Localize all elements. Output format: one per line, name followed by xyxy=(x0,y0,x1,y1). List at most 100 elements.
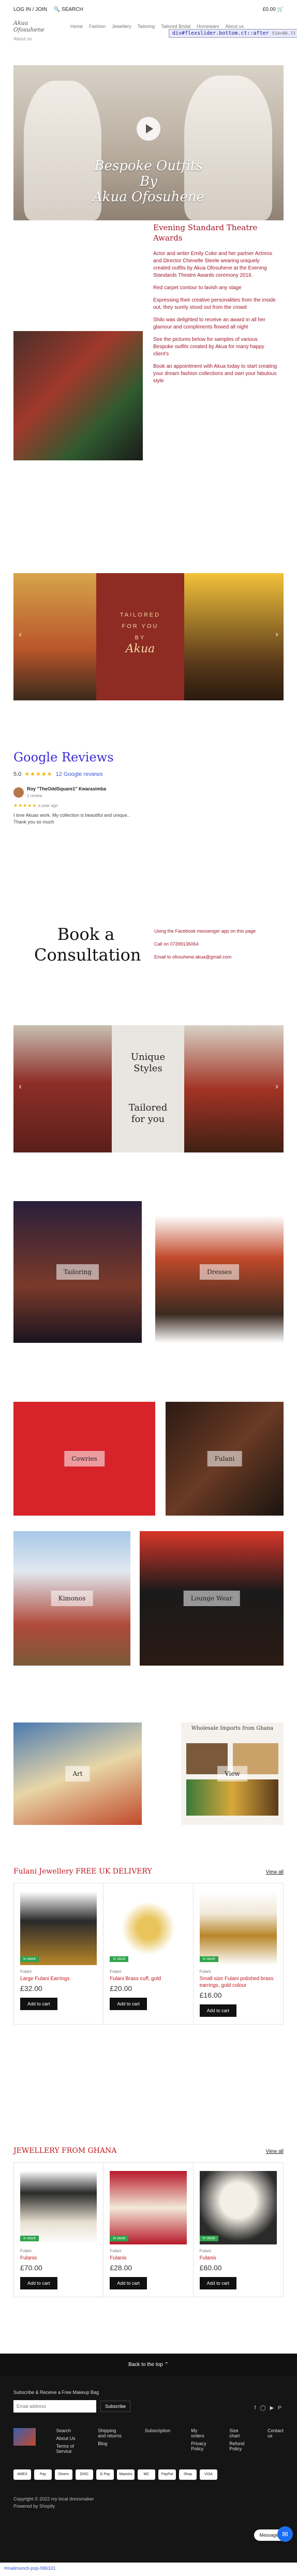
back-to-top-button[interactable]: Back to the top ⌃ xyxy=(0,2354,297,2376)
instagram-icon[interactable]: ◯ xyxy=(260,2405,265,2411)
category-lounge-wear[interactable]: Lounge Wear xyxy=(140,1531,284,1666)
product-card[interactable]: In stock Fulani Fulanis £60.00 Add to ca… xyxy=(194,2163,283,2297)
category-lounge-label: Lounge Wear xyxy=(183,1591,240,1606)
product-card[interactable]: In stock Fulani Fulanis £28.00 Add to ca… xyxy=(103,2163,194,2297)
category-art[interactable]: Art xyxy=(13,1723,142,1825)
stock-badge: In stock xyxy=(110,2236,129,2241)
copyright-text: Copyright © 2022 my local dressmaker xyxy=(13,2496,94,2502)
slider-prev-icon[interactable]: ‹ xyxy=(16,630,25,639)
ghana-view-all-link[interactable]: View all xyxy=(266,2149,284,2154)
add-to-cart-button[interactable]: Add to cart xyxy=(20,2277,57,2289)
category-dresses[interactable]: Dresses xyxy=(155,1201,284,1343)
pinterest-icon[interactable]: P xyxy=(278,2405,281,2411)
product-image[interactable]: In stock xyxy=(110,2171,187,2244)
footer-link[interactable]: Blog xyxy=(98,2441,124,2446)
wholesale-photo xyxy=(186,1779,278,1816)
product-name[interactable]: Large Fulani Earrings xyxy=(20,1975,97,1982)
add-to-cart-button[interactable]: Add to cart xyxy=(199,2277,237,2289)
footer-link[interactable]: My orders xyxy=(191,2428,209,2438)
product-price: £28.00 xyxy=(110,2264,132,2272)
product-name[interactable]: Fulanis xyxy=(110,2255,186,2262)
facebook-icon[interactable]: f xyxy=(255,2405,256,2411)
category-view-label: View xyxy=(217,1766,247,1781)
search-link[interactable]: 🔍 SEARCH xyxy=(54,7,88,12)
footer-link[interactable]: Contact us xyxy=(268,2428,284,2438)
consultation-phone[interactable]: Call on 07399136064 xyxy=(154,941,284,948)
add-to-cart-button[interactable]: Add to cart xyxy=(199,2004,237,2017)
unique-line4: for you xyxy=(131,1114,165,1125)
fulani-view-all-link[interactable]: View all xyxy=(266,1869,284,1875)
product-name[interactable]: Small size Fulani polished brass earring… xyxy=(200,1975,277,1989)
play-icon[interactable] xyxy=(137,117,160,141)
subscribe-button[interactable]: Subscribe xyxy=(100,2401,131,2412)
slider-next-icon[interactable]: › xyxy=(272,630,281,639)
category-wholesale[interactable]: Wholesale Imports from Ghana View xyxy=(181,1723,284,1825)
footer-link[interactable]: Subscription xyxy=(145,2428,171,2433)
nav-fashion[interactable]: Fashion xyxy=(89,24,106,29)
nav-tailored-bridal[interactable]: Tailored Bridal xyxy=(161,24,190,29)
product-name[interactable]: Fulani Brass cuff, gold xyxy=(110,1975,186,1982)
fulani-collection-heading: Fulani Jewellery FREE UK DELIVERY xyxy=(13,1867,152,1876)
product-name[interactable]: Fulanis xyxy=(200,2255,277,2262)
main-nav: Home Fashion Jewellery Tailoring Tailore… xyxy=(70,24,244,29)
product-image[interactable]: In stock xyxy=(199,1892,277,1965)
reviews-count-link[interactable]: 12 Google reviews xyxy=(56,771,103,777)
add-to-cart-button[interactable]: Add to cart xyxy=(110,2277,147,2289)
inspect-size: 514×80.73 xyxy=(272,31,295,36)
stock-badge: In stock xyxy=(110,1956,129,1962)
powered-by-link[interactable]: Powered by Shopify xyxy=(13,2503,284,2510)
mastercard-icon: MC xyxy=(138,2469,155,2480)
category-fulani[interactable]: Fulani xyxy=(166,1402,284,1516)
hero-video[interactable]: Bespoke Outfits By Akua Ofosuhene xyxy=(13,65,284,220)
theatre-awards-photo xyxy=(13,331,143,460)
footer-link[interactable]: About Us xyxy=(56,2436,78,2441)
page: LOG IN / JOIN 🔍 SEARCH £0.00 🛒 div#flexs… xyxy=(0,0,297,2576)
footer-link[interactable]: Shipping and returns xyxy=(98,2428,124,2438)
nav-home[interactable]: Home xyxy=(70,24,83,29)
category-tailoring[interactable]: Tailoring xyxy=(13,1201,142,1343)
messenger-icon[interactable]: ✉ xyxy=(277,2526,293,2542)
site-logo[interactable]: Akua Ofosuhene xyxy=(13,20,60,33)
product-card[interactable]: In stock Fulani Fulani Brass cuff, gold … xyxy=(103,1883,194,2024)
add-to-cart-button[interactable]: Add to cart xyxy=(20,1998,57,2010)
tailored-banner: TAILORED FOR YOU BY Akua ‹ › xyxy=(13,573,284,700)
cart-link[interactable]: £0.00 🛒 xyxy=(263,7,284,12)
slider-next-icon[interactable]: › xyxy=(272,1082,281,1091)
product-card[interactable]: In stock Fulani Small size Fulani polish… xyxy=(194,1883,283,2024)
tailored-line2: FOR YOU xyxy=(122,623,159,630)
footer-link[interactable]: Terms of Service xyxy=(56,2444,78,2454)
category-cowries[interactable]: Cowries xyxy=(13,1402,155,1516)
nav-jewellery[interactable]: Jewellery xyxy=(112,24,131,29)
footer-links: Search About Us Terms of Service Shippin… xyxy=(13,2428,284,2454)
footer-logo[interactable] xyxy=(13,2428,36,2446)
nav-about[interactable]: About us xyxy=(226,24,244,29)
login-link[interactable]: LOG IN / JOIN xyxy=(13,7,47,12)
tailored-text-panel: TAILORED FOR YOU BY Akua xyxy=(96,573,184,700)
tailored-photo-right xyxy=(184,573,284,700)
product-name[interactable]: Fulanis xyxy=(20,2255,97,2262)
product-image[interactable]: In stock xyxy=(199,2171,277,2244)
add-to-cart-button[interactable]: Add to cart xyxy=(110,1998,147,2010)
nav-tailoring[interactable]: Tailoring xyxy=(138,24,155,29)
theatre-awards-text: Evening Standard Theatre Awards Actor an… xyxy=(153,222,277,390)
consultation-email[interactable]: Email to ofosuhene.akua@gmail.com xyxy=(154,954,284,961)
slider-prev-icon[interactable]: ‹ xyxy=(16,1082,25,1091)
product-image[interactable]: In stock xyxy=(20,2171,97,2244)
subscribe-title: Subscribe & Receive a Free Makeup Bag xyxy=(13,2390,99,2395)
email-field[interactable] xyxy=(13,2400,96,2413)
product-price: £60.00 xyxy=(199,2264,222,2272)
product-price: £20.00 xyxy=(110,1984,132,1993)
reviewer-name[interactable]: Roy "TheOddSquare1" Kwarasimba xyxy=(27,786,106,792)
category-kimonos[interactable]: Kimonos xyxy=(13,1531,130,1666)
theatre-paragraph: Red carpet contour to lavish any stage xyxy=(153,285,242,291)
nav-homeware[interactable]: Homeware xyxy=(197,24,219,29)
product-card[interactable]: In stock Fulani Large Fulani Earrings £3… xyxy=(14,1883,104,2024)
youtube-icon[interactable]: ▶ xyxy=(270,2405,274,2411)
footer-link[interactable]: Privacy Policy xyxy=(191,2441,209,2451)
product-image[interactable]: In stock xyxy=(20,1892,97,1965)
footer-link[interactable]: Size chart xyxy=(229,2428,247,2438)
product-image[interactable]: In stock xyxy=(110,1892,187,1965)
footer-link[interactable]: Refund Policy xyxy=(229,2441,247,2451)
product-card[interactable]: In stock Fulani Fulanis £70.00 Add to ca… xyxy=(14,2163,104,2297)
footer-link[interactable]: Search xyxy=(56,2428,78,2433)
